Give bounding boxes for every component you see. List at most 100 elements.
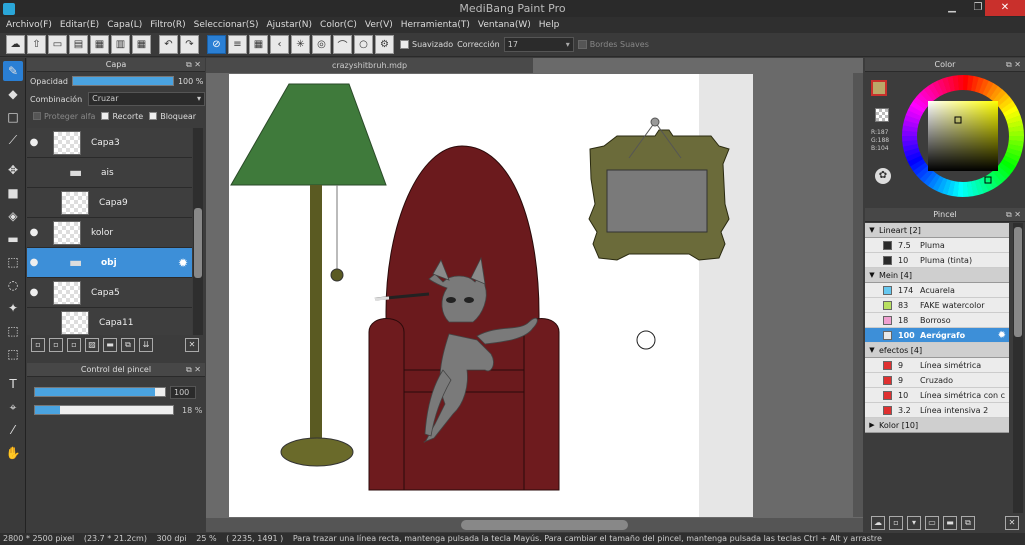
- add-brush-menu-icon[interactable]: ▾: [907, 516, 921, 530]
- panel-float-close-icon[interactable]: ⧉ ✕: [186, 58, 201, 72]
- menu-item[interactable]: Filtro(R): [146, 20, 189, 30]
- bordes-suaves-checkbox[interactable]: [577, 40, 587, 49]
- color-wheel[interactable]: [901, 74, 1025, 198]
- select-pen-icon[interactable]: ⬚: [3, 321, 23, 341]
- canvas-horizontal-scrollbar[interactable]: [206, 518, 863, 532]
- visibility-icon[interactable]: ●: [27, 218, 41, 248]
- close-button[interactable]: ✕: [985, 0, 1025, 16]
- new-layer-1bit-icon[interactable]: ▨: [85, 338, 99, 352]
- select-eraser-icon[interactable]: ⬚: [3, 344, 23, 364]
- panel-float-close-icon[interactable]: ⧉ ✕: [186, 363, 201, 377]
- layer-opacity-slider[interactable]: [71, 76, 174, 86]
- chevron-right-icon[interactable]: ▶: [865, 421, 879, 429]
- new-layer-8bit-icon[interactable]: ▫: [67, 338, 81, 352]
- layer-row[interactable]: Capa9: [27, 188, 192, 218]
- snap-parallel-icon[interactable]: ≡: [228, 35, 247, 54]
- new-folder-icon[interactable]: ▬: [103, 338, 117, 352]
- text-tool-icon[interactable]: T: [3, 374, 23, 394]
- snap-radial-icon[interactable]: ✳: [291, 35, 310, 54]
- chat-icon[interactable]: ▭: [48, 35, 67, 54]
- menu-item[interactable]: Ventana(W): [474, 20, 535, 30]
- new-layer-icon[interactable]: ▫: [31, 338, 45, 352]
- cloud-icon[interactable]: ☁: [6, 35, 25, 54]
- snap-ellipse-icon[interactable]: ○: [354, 35, 373, 54]
- select-tool-icon[interactable]: ⬚: [3, 252, 23, 272]
- menu-item[interactable]: Editar(E): [56, 20, 103, 30]
- visibility-icon[interactable]: [27, 188, 41, 218]
- visibility-icon[interactable]: ●: [27, 278, 41, 308]
- transparent-color-swatch[interactable]: [875, 108, 889, 122]
- chevron-down-icon[interactable]: ▼: [865, 226, 879, 234]
- menu-item[interactable]: Seleccionar(S): [190, 20, 263, 30]
- magic-wand-icon[interactable]: ✦: [3, 298, 23, 318]
- brush-group-header[interactable]: ▼ Lineart [2]: [865, 223, 1009, 238]
- operation-tool-icon[interactable]: ⌖: [3, 397, 23, 417]
- brush-size-input[interactable]: 100: [170, 385, 196, 399]
- new-layer-halftone-icon[interactable]: ▫: [49, 338, 63, 352]
- snap-vanish-icon[interactable]: ‹: [270, 35, 289, 54]
- blend-mode-select[interactable]: Cruzar: [88, 92, 205, 106]
- menu-item[interactable]: Archivo(F): [2, 20, 56, 30]
- duplicate-layer-icon[interactable]: ⧉: [121, 338, 135, 352]
- brush-item[interactable]: 10 Línea simétrica con c: [865, 388, 1009, 403]
- palette-icon[interactable]: ✿: [875, 168, 891, 184]
- brush-tool-icon[interactable]: ✎: [3, 61, 23, 81]
- dot-tool-icon[interactable]: □: [3, 107, 23, 127]
- brush-item[interactable]: 100 Aerógrafo ✹: [865, 328, 1009, 343]
- brush-item[interactable]: 83 FAKE watercolor: [865, 298, 1009, 313]
- lock-checkbox[interactable]: [149, 112, 158, 120]
- snap-settings-icon[interactable]: ⚙: [375, 35, 394, 54]
- duplicate-brush-icon[interactable]: ⧉: [961, 516, 975, 530]
- gradient-tool-icon[interactable]: ▬: [3, 229, 23, 249]
- snap-circle-icon[interactable]: ◎: [312, 35, 331, 54]
- line-tool-icon[interactable]: ⟋: [3, 130, 23, 150]
- document-list-icon[interactable]: ▥: [111, 35, 130, 54]
- brush-item[interactable]: 9 Cruzado: [865, 373, 1009, 388]
- visibility-icon[interactable]: ●: [27, 128, 41, 158]
- brush-list-scrollbar[interactable]: [1013, 223, 1023, 513]
- brush-group-header[interactable]: ▼ Mein [4]: [865, 268, 1009, 283]
- layer-row[interactable]: ▬ ais: [27, 158, 192, 188]
- fill-tool-icon[interactable]: ◈: [3, 206, 23, 226]
- eraser-tool-icon[interactable]: ◆: [3, 84, 23, 104]
- brush-opacity-slider[interactable]: [34, 405, 174, 415]
- brush-settings-icon[interactable]: ✹: [998, 330, 1006, 341]
- canvas-vertical-scrollbar[interactable]: [853, 73, 863, 517]
- visibility-icon[interactable]: [27, 308, 41, 336]
- grid-icon[interactable]: ▦: [132, 35, 151, 54]
- protect-alpha-checkbox[interactable]: [33, 112, 41, 120]
- chevron-down-icon[interactable]: ▼: [865, 271, 879, 279]
- layer-row[interactable]: ● Capa3: [27, 128, 192, 158]
- brush-group-header[interactable]: ▶ Kolor [10]: [865, 418, 1009, 433]
- comment-icon[interactable]: ▤: [69, 35, 88, 54]
- layer-settings-icon[interactable]: ✹: [178, 256, 188, 270]
- cloud-brush-icon[interactable]: ☁: [871, 516, 885, 530]
- suavizado-checkbox[interactable]: [400, 40, 409, 49]
- menu-item[interactable]: Color(C): [316, 20, 361, 30]
- upload-icon[interactable]: ⇧: [27, 35, 46, 54]
- snap-off-icon[interactable]: ⊘: [207, 35, 226, 54]
- menu-item[interactable]: Ajustar(N): [262, 20, 316, 30]
- layer-row[interactable]: Capa11: [27, 308, 192, 335]
- visibility-icon[interactable]: [27, 158, 41, 188]
- merge-layer-icon[interactable]: ⇊: [139, 338, 153, 352]
- document-tab[interactable]: crazyshitbruh.mdp: [206, 58, 533, 73]
- layer-list-scrollbar[interactable]: [193, 128, 203, 335]
- hand-tool-icon[interactable]: ✋: [3, 443, 23, 463]
- brush-size-slider[interactable]: [34, 387, 166, 397]
- brush-item[interactable]: 10 Pluma (tinta): [865, 253, 1009, 268]
- delete-layer-icon[interactable]: ✕: [185, 338, 199, 352]
- layer-row[interactable]: ● Capa5: [27, 278, 192, 308]
- layer-row[interactable]: ● kolor: [27, 218, 192, 248]
- lasso-tool-icon[interactable]: ◌: [3, 275, 23, 295]
- menu-item[interactable]: Herramienta(T): [397, 20, 474, 30]
- delete-brush-icon[interactable]: ✕: [1005, 516, 1019, 530]
- panel-float-close-icon[interactable]: ⧉ ✕: [1006, 58, 1021, 72]
- brush-item[interactable]: 3.2 Línea intensiva 2: [865, 403, 1009, 418]
- shape-tool-icon[interactable]: ■: [3, 183, 23, 203]
- eyedropper-icon[interactable]: ⁄: [3, 420, 23, 440]
- primary-color-swatch[interactable]: [871, 80, 887, 96]
- visibility-icon[interactable]: ●: [27, 248, 41, 278]
- canvas[interactable]: [229, 74, 753, 517]
- brush-item[interactable]: 9 Línea simétrica: [865, 358, 1009, 373]
